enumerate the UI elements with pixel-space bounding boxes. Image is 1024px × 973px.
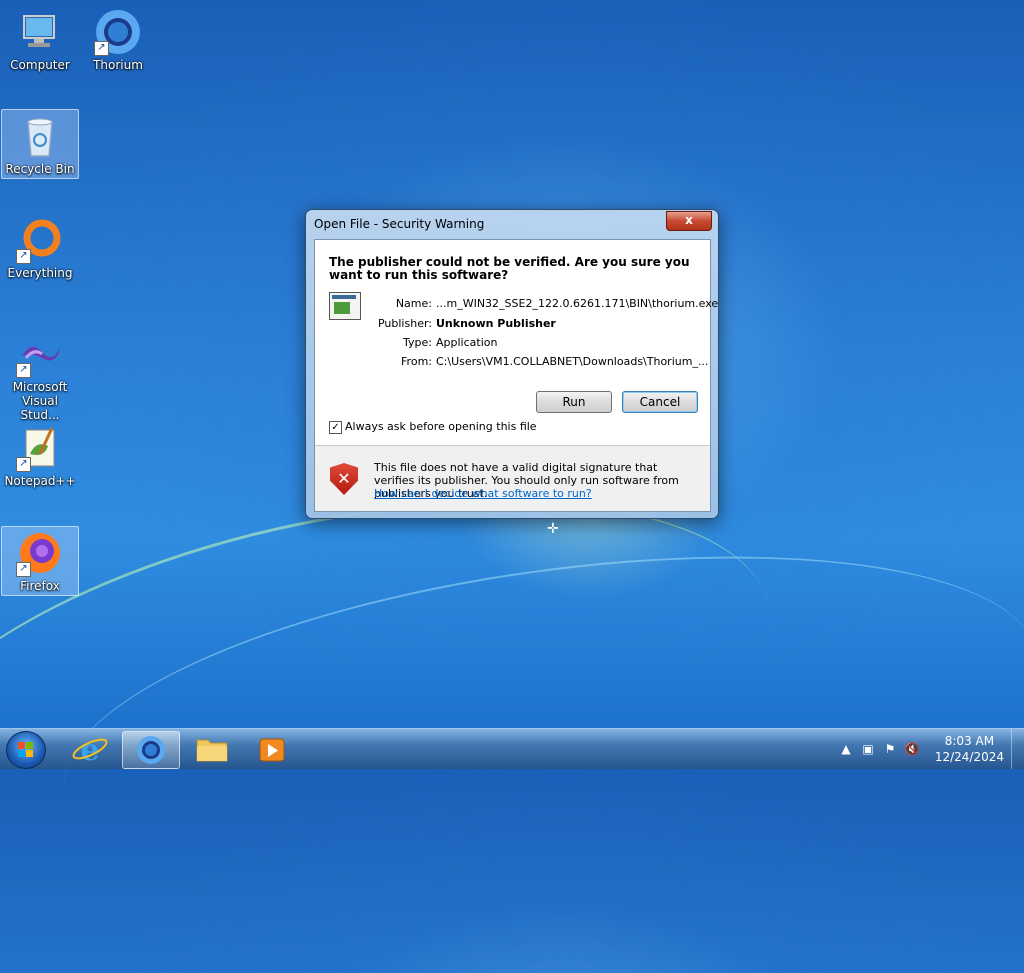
desktop-icon-everything[interactable]: ↗ Everything: [2, 214, 78, 280]
desktop-icon-label: Recycle Bin: [5, 162, 75, 176]
taskbar: e ▲ ▣ ⚑ 🔇 8:03 AM 12/24/2024: [0, 728, 1024, 769]
shortcut-arrow-icon: ↗: [16, 457, 31, 472]
everything-icon: ↗: [16, 216, 64, 264]
show-hidden-icons-icon[interactable]: ▲: [838, 742, 854, 756]
taskbar-file-explorer[interactable]: [184, 731, 240, 767]
field-name: Name: ...m_WIN32_SSE2_122.0.6261.171\BIN…: [315, 297, 718, 315]
taskbar-media-player[interactable]: [244, 731, 300, 767]
always-ask-label[interactable]: Always ask before opening this file: [345, 420, 537, 433]
desktop-icon-recycle-bin[interactable]: Recycle Bin: [1, 109, 79, 179]
system-tray: ▲ ▣ ⚑ 🔇 8:03 AM 12/24/2024: [834, 729, 1024, 769]
security-warning-dialog: Open File - Security Warning x The publi…: [305, 209, 719, 519]
shield-x-icon: ✕: [337, 469, 351, 488]
field-value: Unknown Publisher: [436, 317, 556, 330]
computer-icon: [16, 8, 64, 56]
shortcut-arrow-icon: ↗: [94, 41, 109, 56]
taskbar-thorium[interactable]: [122, 731, 180, 769]
dialog-body: The publisher could not be verified. Are…: [314, 239, 718, 512]
volume-muted-icon[interactable]: 🔇: [904, 742, 920, 756]
internet-explorer-icon: e: [72, 733, 108, 768]
dialog-upper-panel: The publisher could not be verified. Are…: [315, 240, 718, 445]
media-player-icon: [259, 738, 285, 762]
clock-date: 12/24/2024: [934, 750, 1004, 764]
desktop-icon-computer[interactable]: Computer: [2, 6, 78, 72]
thorium-icon: [137, 736, 165, 764]
action-center-flag-icon[interactable]: ⚑: [882, 742, 898, 756]
desktop-icon-notepad-plus-plus[interactable]: ↗ Notepad++: [2, 422, 78, 488]
desktop-icon-label: Thorium: [93, 58, 143, 72]
desktop-icon-visual-studio[interactable]: ↗ Microsoft Visual Stud...: [2, 328, 78, 422]
field-from: From: C:\Users\VM1.COLLABNET\Downloads\T…: [315, 355, 710, 373]
field-type: Type: Application: [315, 336, 710, 354]
visual-studio-icon: ↗: [16, 330, 64, 378]
help-link[interactable]: How can I decide what software to run?: [374, 487, 592, 500]
field-publisher: Publisher: Unknown Publisher: [315, 317, 710, 335]
desktop-icon-label: Everything: [7, 266, 73, 280]
start-button[interactable]: [6, 731, 46, 769]
recycle-bin-icon: [16, 112, 64, 160]
desktop-icon-label: Notepad++: [4, 474, 76, 488]
desktop-icon-label: Microsoft Visual Stud...: [12, 380, 68, 422]
svg-text:e: e: [80, 733, 99, 767]
shortcut-arrow-icon: ↗: [16, 249, 31, 264]
field-label: Publisher:: [377, 317, 432, 330]
dialog-headline: The publisher could not be verified. Are…: [329, 255, 690, 282]
close-button[interactable]: x: [666, 211, 712, 231]
thorium-icon: ↗: [94, 8, 142, 56]
clock[interactable]: 8:03 AM 12/24/2024: [935, 733, 1004, 765]
cancel-button[interactable]: Cancel: [622, 391, 698, 413]
field-label: From:: [401, 355, 432, 368]
desktop-icon-firefox[interactable]: ↗ Firefox: [1, 526, 79, 596]
show-desktop-button[interactable]: [1011, 729, 1024, 769]
folder-icon: [196, 739, 228, 762]
always-ask-checkbox[interactable]: ✓: [329, 421, 342, 434]
run-button[interactable]: Run: [536, 391, 612, 413]
desktop-icon-thorium[interactable]: ↗ Thorium: [80, 6, 156, 72]
dialog-warning-panel: ✕ This file does not have a valid digita…: [315, 446, 710, 511]
field-value: C:\Users\VM1.COLLABNET\Downloads\Thorium…: [436, 355, 709, 368]
shortcut-arrow-icon: ↗: [16, 363, 31, 378]
desktop-icon-label: Computer: [10, 58, 70, 72]
dialog-title: Open File - Security Warning: [314, 217, 485, 231]
shortcut-arrow-icon: ↗: [16, 562, 31, 577]
desktop-icon-label: Firefox: [20, 579, 60, 593]
firefox-icon: ↗: [16, 529, 64, 577]
network-icon[interactable]: ▣: [860, 742, 876, 756]
notepad-plus-plus-icon: ↗: [16, 424, 64, 472]
field-value: ...m_WIN32_SSE2_122.0.6261.171\BIN\thori…: [436, 297, 719, 310]
cursor-icon: ✛: [547, 521, 559, 537]
field-value: Application: [436, 336, 498, 349]
taskbar-internet-explorer[interactable]: e: [62, 731, 118, 768]
clock-time: 8:03 AM: [944, 734, 995, 748]
windows-logo-icon: [18, 742, 34, 758]
field-label: Name:: [395, 297, 432, 310]
field-label: Type:: [403, 336, 432, 349]
